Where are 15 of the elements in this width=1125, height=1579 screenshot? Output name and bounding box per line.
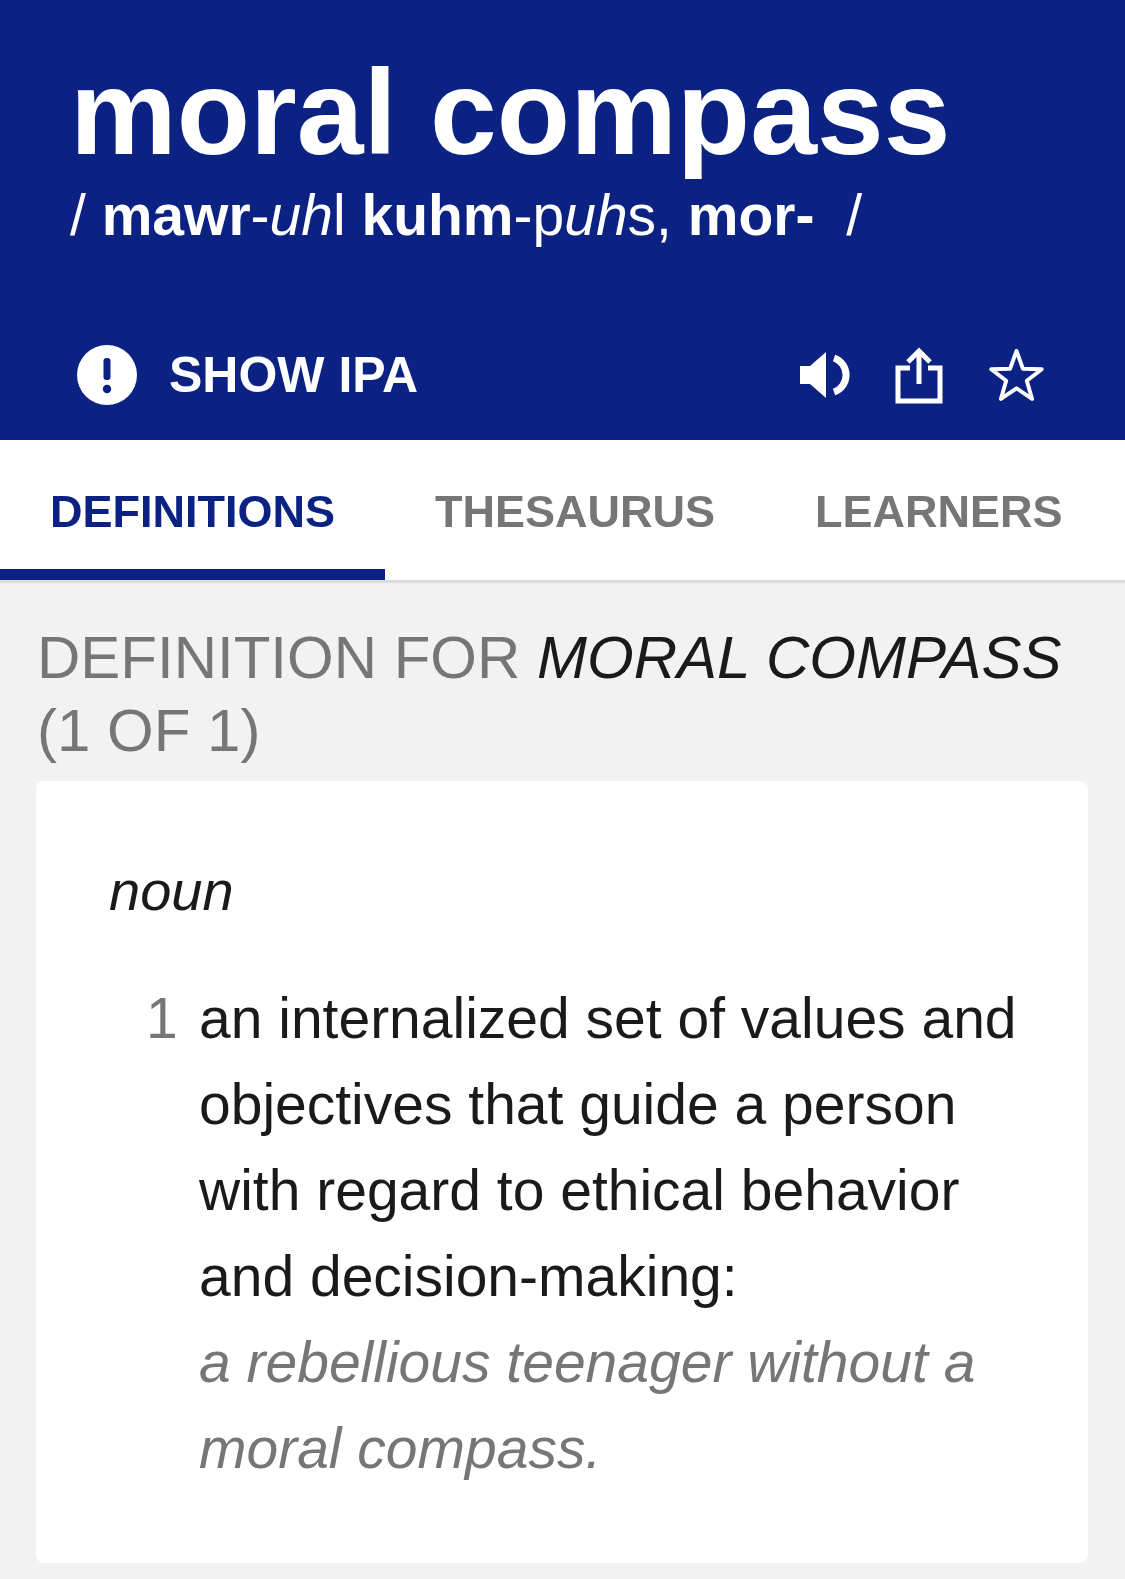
example-sentence: a rebellious teenager without a moral compass. (199, 1329, 977, 1482)
sense-number: 1 (146, 985, 179, 1052)
share-icon[interactable] (895, 346, 943, 404)
headword: moral compass (70, 44, 952, 181)
show-ipa-button[interactable]: SHOW IPA (77, 345, 419, 405)
star-icon[interactable] (987, 348, 1046, 402)
pronunciation: / mawr-uhl kuhm-puhs, mor- / (70, 184, 863, 247)
speaker-icon[interactable] (799, 352, 851, 398)
tab[interactable]: DEFINITIONS (0, 440, 385, 580)
definition-heading: DEFINITION FOR MORAL COMPASS (1 OF 1) (37, 623, 1063, 766)
tab[interactable]: LEARNERS (765, 440, 1113, 580)
tab[interactable]: THESAURUS (385, 440, 766, 580)
exclamation-circle-icon (77, 345, 137, 405)
definition-text: an internalized set of values and objectives that guide a person with regard to ethical behavior and decision-making: (199, 985, 1018, 1310)
part-of-speech: noun (109, 858, 235, 924)
